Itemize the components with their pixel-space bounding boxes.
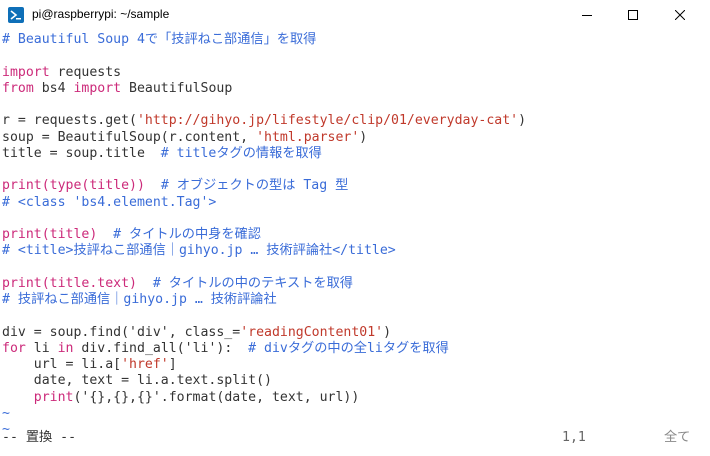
code-token-comment: # <class 'bs4.element.Tag'> (2, 194, 217, 210)
code-token-text: ) (359, 129, 368, 145)
code-token-keyword: print(title) (2, 227, 98, 242)
code-line: print(title) # タイトルの中身を確認 (2, 227, 261, 243)
code-token-keyword: from (2, 80, 34, 96)
code-token-string: 'http://gihyo.jp/lifestyle/clip/01/every… (136, 113, 519, 129)
code-token-text: requests (49, 64, 122, 80)
code-line: from bs4 import BeautifulSoup (2, 81, 232, 97)
code-line: # <class 'bs4.element.Tag'> (2, 195, 216, 211)
code-line: for li in div.find_all('li'): # divタグの中の… (2, 341, 449, 357)
code-token-string: 'html.parser' (256, 129, 360, 145)
code-token-comment: # titleタグの情報を取得 (160, 145, 322, 161)
code-token-comment: # 技評ねこ部通信｜gihyo.jp … 技術評論社 (2, 292, 277, 307)
code-token-text: r = requests.get( (2, 113, 137, 129)
code-token-text: title = soup.title (2, 145, 161, 161)
code-token-keyword: import (73, 80, 122, 96)
code-token-string: 'readingContent01' (240, 324, 384, 340)
code-line: r = requests.get('http://gihyo.jp/lifest… (2, 113, 526, 129)
code-line: print(title.text) # タイトルの中のテキストを取得 (2, 276, 353, 292)
code-token-text: ) (383, 324, 392, 340)
code-token-comment: # タイトルの中身を確認 (113, 227, 261, 242)
terminal-window: pi@raspberrypi: ~/sample -- 置換 -- 1,1 全て… (0, 0, 710, 456)
title-bar[interactable]: pi@raspberrypi: ~/sample (0, 0, 710, 30)
mode-indicator: -- 置換 -- (2, 430, 77, 445)
code-token-keyword: for (2, 340, 26, 356)
empty-line-tilde: ~ (2, 405, 10, 421)
code-token-keyword: import (2, 64, 50, 80)
code-line: print('{},{},{}'.format(date, text, url)… (2, 389, 360, 406)
code-line: # <title>技評ねこ部通信｜gihyo.jp … 技術評論社</title… (2, 243, 396, 259)
empty-line-tilde: ~ (2, 422, 10, 437)
code-line: print(type(title)) # オブジェクトの型は Tag 型 (2, 178, 348, 194)
code-token-comment: # <title>技評ねこ部通信｜gihyo.jp … 技術評論社</title… (2, 243, 396, 259)
code-token-comment: # Beautiful Soup 4で「技評ねこ部通信」を取得 (2, 32, 317, 47)
code-token-keyword: print(title.text) (2, 275, 137, 291)
code-token-text: ('{},{},{}'.format(date, text, url)) (73, 389, 360, 405)
code-token-keyword: print (33, 389, 74, 405)
close-button[interactable] (657, 0, 703, 30)
close-icon (675, 10, 685, 20)
code-token-text: li (25, 340, 58, 356)
code-line: # 技評ねこ部通信｜gihyo.jp … 技術評論社 (2, 292, 277, 308)
code-token-keyword: print(type(title)) (2, 178, 145, 194)
code-line: title = soup.title # titleタグの情報を取得 (2, 146, 322, 162)
minimize-button[interactable] (564, 0, 610, 30)
cursor-position: 1,1 (562, 430, 586, 445)
code-token-text: div.find_all('li'): (73, 340, 249, 356)
code-token-keyword: in (57, 340, 74, 356)
code-token-text: url = li.a[ (2, 357, 122, 372)
code-token-text: div = soup.find('div', class_= (2, 324, 241, 340)
code-token-comment: # タイトルの中のテキストを取得 (152, 275, 353, 291)
code-token-text: ) (518, 113, 527, 129)
powershell-terminal-icon (8, 7, 24, 23)
code-line: date, text = li.a.text.split() (2, 373, 272, 389)
maximize-icon (628, 10, 638, 20)
code-line: import requests (2, 65, 121, 81)
code-token-text: date, text = li.a.text.split() (2, 373, 272, 389)
maximize-button[interactable] (610, 0, 656, 30)
window-title: pi@raspberrypi: ~/sample (32, 7, 170, 21)
scroll-indicator: 全て (664, 430, 691, 445)
code-line: url = li.a['href'] (2, 357, 177, 373)
code-token-text: bs4 (33, 80, 74, 96)
minimize-icon (582, 15, 592, 16)
code-line: soup = BeautifulSoup(r.content, 'html.pa… (2, 130, 367, 146)
code-token-text: BeautifulSoup (121, 80, 233, 96)
code-token-text: ] (168, 357, 177, 372)
vim-status-line: -- 置換 -- 1,1 全て (0, 430, 710, 446)
code-token-text: soup = BeautifulSoup(r.content, (2, 129, 257, 145)
code-token-string: 'href' (121, 357, 169, 372)
code-token-comment: # divタグの中の全liタグを取得 (248, 340, 449, 356)
code-line: div = soup.find('div', class_='readingCo… (2, 325, 391, 341)
code-line: # Beautiful Soup 4で「技評ねこ部通信」を取得 (2, 32, 316, 48)
code-token-comment: # オブジェクトの型は Tag 型 (160, 178, 349, 194)
vim-editor-area[interactable]: -- 置換 -- 1,1 全て # Beautiful Soup 4で「技評ねこ… (0, 30, 710, 456)
